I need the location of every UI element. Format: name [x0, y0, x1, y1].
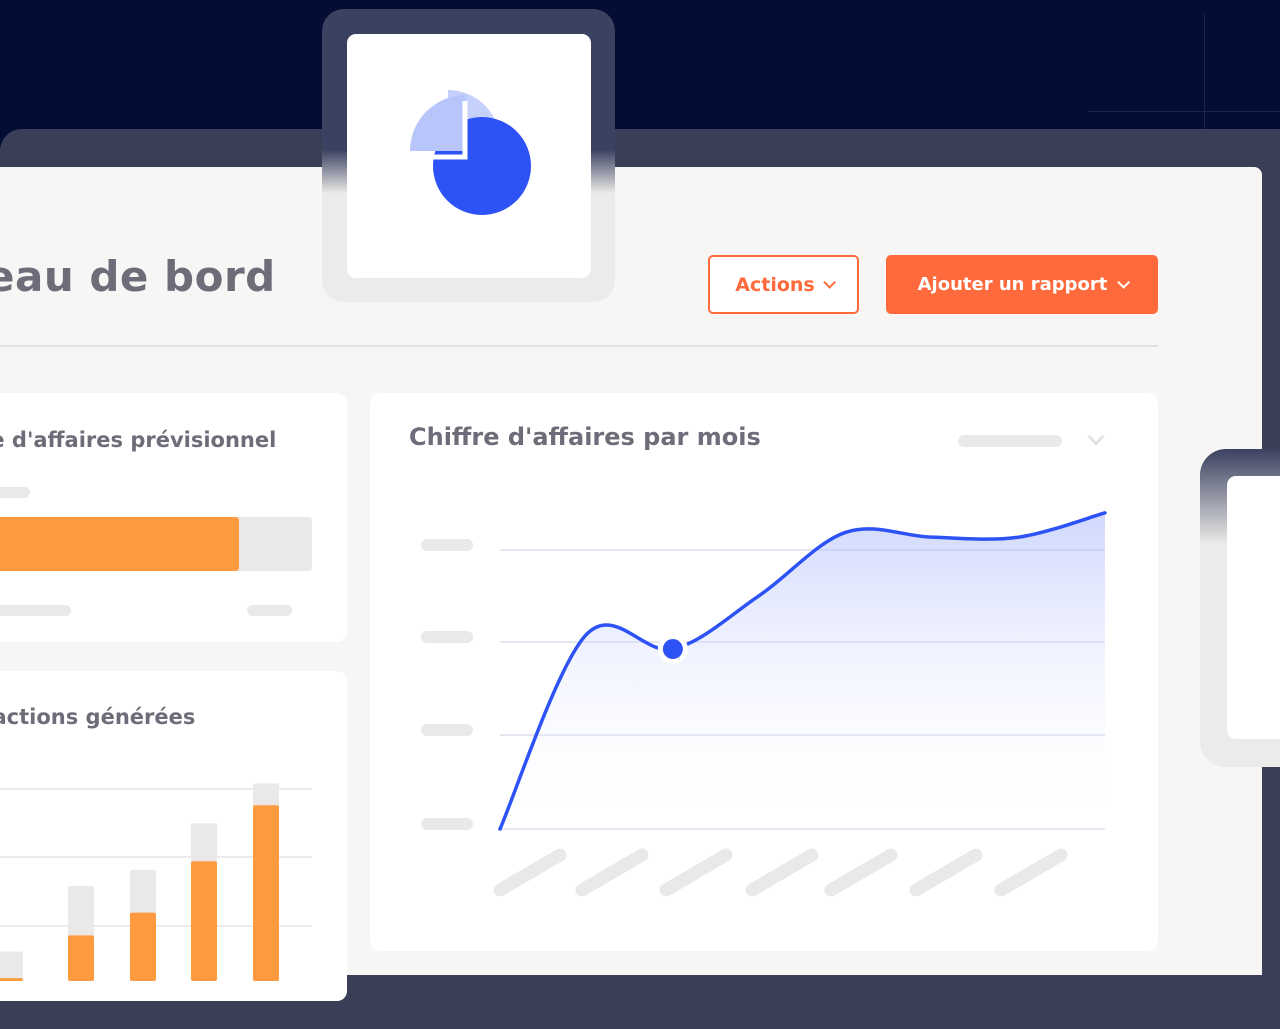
transactions-card: sactions générées [0, 671, 347, 1001]
page-title: eau de bord [0, 252, 276, 301]
bar [68, 935, 94, 981]
pie-chart-icon [409, 90, 531, 215]
x-tick-placeholder [493, 848, 567, 897]
x-tick-placeholder [909, 848, 983, 897]
x-tick-placeholder [994, 848, 1068, 897]
background-line [1204, 14, 1205, 134]
add-report-button-label: Ajouter un rapport [917, 274, 1108, 295]
forecast-progress-fill [0, 517, 239, 571]
add-report-button[interactable]: Ajouter un rapport [886, 255, 1158, 314]
forecast-progress-track [0, 517, 312, 571]
y-tick-placeholder [421, 631, 473, 643]
header-divider [0, 345, 1158, 347]
bar [191, 861, 217, 981]
pie-tile [347, 34, 591, 278]
bar [0, 978, 23, 981]
placeholder-line [0, 487, 30, 498]
bar-track [0, 951, 23, 981]
chevron-down-icon [1117, 276, 1131, 289]
x-tick-placeholder [575, 848, 649, 897]
x-tick-placeholder [659, 848, 733, 897]
placeholder-line [247, 605, 292, 616]
x-tick-placeholder [824, 848, 898, 897]
x-tick-placeholder [745, 848, 819, 897]
forecast-card: re d'affaires prévisionnel [0, 393, 347, 642]
y-tick-placeholder [421, 724, 473, 736]
forecast-card-title: re d'affaires prévisionnel [0, 428, 277, 452]
transactions-bar-chart [0, 783, 312, 981]
monthly-revenue-card: Chiffre d'affaires par mois [370, 393, 1158, 951]
bar [130, 912, 156, 981]
highlight-point [662, 639, 683, 660]
monthly-revenue-line-chart [421, 511, 1107, 897]
y-tick-placeholder [421, 539, 473, 551]
actions-button-label: Actions [735, 273, 815, 296]
background-line [1088, 111, 1280, 112]
actions-button[interactable]: Actions [708, 255, 859, 314]
placeholder-line [0, 605, 71, 616]
chevron-down-icon [822, 276, 836, 289]
y-tick-placeholder [421, 818, 473, 830]
bar [253, 805, 279, 981]
side-tile [1227, 476, 1280, 739]
